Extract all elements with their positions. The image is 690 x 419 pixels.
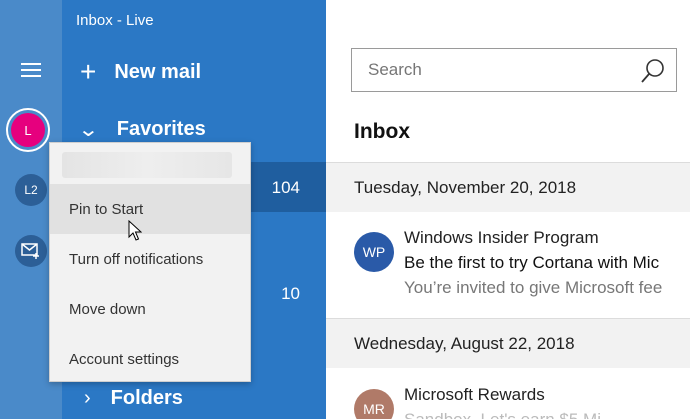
account-context-menu: Pin to Start Turn off notifications Move… [49, 142, 251, 382]
window-title: Inbox - Live [76, 12, 154, 29]
menu-item-turn-off-notifications[interactable]: Turn off notifications [50, 234, 250, 284]
date-group-header: Wednesday, August 22, 2018 [326, 318, 690, 368]
favorites-header[interactable]: ⌄ Favorites [77, 117, 206, 142]
folder-unread-count: 10 [281, 284, 300, 303]
account-avatar-secondary[interactable]: L2 [15, 174, 47, 206]
message-subject: Be the first to try Cortana with Mic [404, 253, 660, 272]
inbox-unread-count: 104 [271, 178, 300, 197]
folders-header[interactable]: › Folders [84, 387, 183, 410]
folders-label: Folders [110, 387, 183, 409]
menu-item-pin-to-start[interactable]: Pin to Start [50, 184, 250, 234]
mouse-cursor-icon [128, 220, 142, 241]
sender-avatar: WP [354, 232, 394, 272]
menu-item-move-down[interactable]: Move down [50, 284, 250, 334]
search-icon[interactable] [640, 58, 666, 84]
chevron-down-icon: ⌄ [77, 119, 100, 141]
message-preview: You’re invited to give Microsoft fee [404, 278, 663, 297]
message-sender: Windows Insider Program [404, 228, 599, 247]
new-mail-button[interactable]: + New mail [80, 58, 201, 86]
message-sender: Microsoft Rewards [404, 385, 545, 404]
message-list: Inbox Tuesday, November 20, 2018 WP Wind… [326, 0, 690, 419]
menu-item-account-settings[interactable]: Account settings [50, 334, 250, 384]
mail-add-icon[interactable] [15, 235, 47, 267]
favorites-label: Favorites [116, 118, 206, 140]
message-item[interactable]: WP Windows Insider Program Be the first … [326, 212, 690, 312]
page-title: Inbox [354, 120, 410, 143]
search-box[interactable] [351, 48, 677, 92]
message-item[interactable]: MR Microsoft Rewards Sandbox. Let's earn… [326, 369, 690, 419]
sender-avatar: MR [354, 389, 394, 419]
hamburger-icon[interactable] [21, 63, 41, 77]
plus-icon: + [80, 56, 97, 87]
redacted-account-name [62, 152, 232, 178]
message-subject: Sandbox. Let's earn $5 Mi [404, 410, 601, 419]
search-input[interactable] [366, 59, 630, 81]
date-group-header: Tuesday, November 20, 2018 [326, 162, 690, 212]
chevron-right-icon: › [84, 387, 91, 409]
account-avatar-primary[interactable]: L [11, 113, 45, 147]
new-mail-label: New mail [114, 60, 202, 83]
